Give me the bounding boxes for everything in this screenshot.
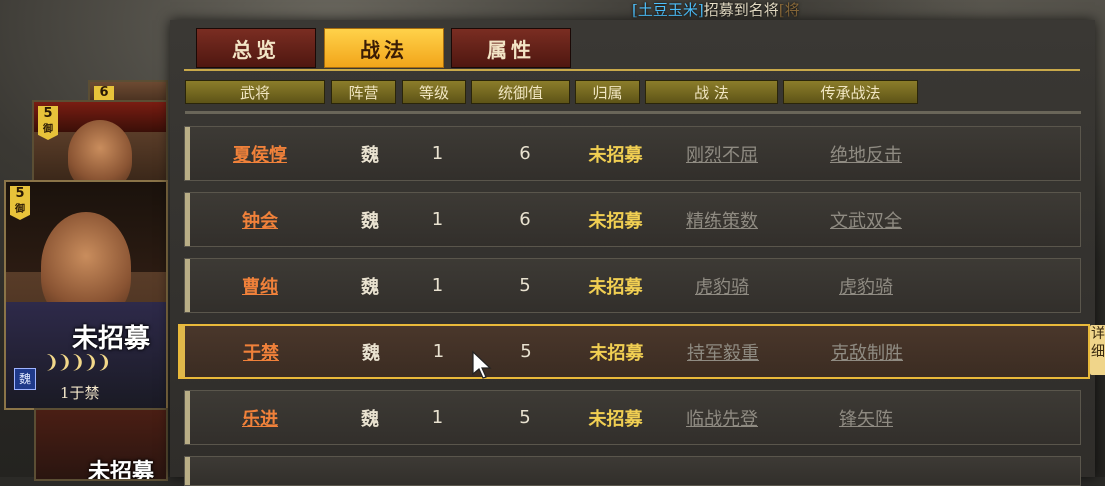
command-cell: 6 bbox=[519, 143, 531, 164]
tab-label: 总览 bbox=[232, 37, 280, 62]
column-header-command[interactable]: 统御值 bbox=[471, 80, 570, 104]
portrait-face bbox=[68, 120, 132, 182]
cost-value: 6 bbox=[99, 85, 109, 100]
level-cell: 1 bbox=[431, 209, 444, 230]
general-list-panel: 总览 战法 属性 武将 阵营 等级 统御值 归属 战 法 传承战法 夏侯惇 魏 … bbox=[170, 20, 1095, 486]
table-row-selected[interactable]: 于禁 魏 1 5 未招募 持军毅重 克敌制胜 bbox=[178, 324, 1090, 379]
notice-player-name: [土豆玉米] bbox=[632, 1, 704, 19]
general-name-link[interactable]: 曹纯 bbox=[215, 259, 305, 312]
troop-type: 御 bbox=[15, 204, 25, 215]
cost-value: 5 bbox=[15, 186, 25, 201]
level-cell: 1 bbox=[432, 341, 445, 362]
table-row[interactable]: 乐进 魏 1 5 未招募 临战先登 锋矢阵 bbox=[184, 390, 1081, 445]
command-cell: 5 bbox=[519, 275, 531, 296]
general-card-second[interactable]: 5 御 bbox=[32, 100, 168, 184]
faction-seal: 魏 bbox=[14, 368, 36, 390]
faction-cell: 魏 bbox=[361, 144, 379, 166]
table-row-partial[interactable] bbox=[184, 456, 1081, 486]
column-header-level[interactable]: 等级 bbox=[402, 80, 466, 104]
inherit-skill-link[interactable]: 锋矢阵 bbox=[800, 391, 932, 444]
inherit-skill-link[interactable]: 克敌制胜 bbox=[801, 326, 933, 377]
tab-attributes[interactable]: 属性 bbox=[451, 28, 571, 68]
cost-badge: 5 御 bbox=[38, 106, 58, 140]
column-header-owner[interactable]: 归属 bbox=[575, 80, 640, 104]
recruit-notice: [土豆玉米]招募到名将[将 bbox=[632, 0, 800, 20]
tab-divider bbox=[184, 69, 1080, 71]
general-name-link[interactable]: 于禁 bbox=[216, 326, 306, 377]
general-name-link[interactable]: 夏侯惇 bbox=[215, 127, 305, 180]
level-cell: 1 bbox=[431, 275, 444, 296]
owner-cell: 未招募 bbox=[588, 408, 643, 430]
awakening-stars: ❩❩❩❩❩ bbox=[44, 352, 111, 373]
column-header-faction[interactable]: 阵营 bbox=[331, 80, 396, 104]
command-cell: 6 bbox=[519, 209, 531, 230]
skill-link[interactable]: 精练策数 bbox=[663, 193, 781, 246]
tab-overview[interactable]: 总览 bbox=[196, 28, 316, 68]
owner-cell: 未招募 bbox=[588, 276, 643, 298]
general-card-bottom[interactable]: 未招募 bbox=[34, 408, 168, 481]
troop-type: 御 bbox=[43, 124, 53, 135]
owner-cell: 未招募 bbox=[588, 210, 643, 232]
table-row[interactable]: 曹纯 魏 1 5 未招募 虎豹骑 虎豹骑 bbox=[184, 258, 1081, 313]
table-row[interactable]: 夏侯惇 魏 1 6 未招募 刚烈不屈 绝地反击 bbox=[184, 126, 1081, 181]
inherit-skill-link[interactable]: 虎豹骑 bbox=[800, 259, 932, 312]
detail-side-tab[interactable]: 详细 bbox=[1090, 325, 1105, 375]
command-cell: 5 bbox=[520, 341, 532, 362]
owner-cell: 未招募 bbox=[589, 342, 644, 364]
faction-cell: 魏 bbox=[361, 408, 379, 430]
card-name: 1于禁 bbox=[60, 384, 100, 402]
tab-skills[interactable]: 战法 bbox=[324, 28, 444, 68]
table-row[interactable]: 钟会 魏 1 6 未招募 精练策数 文武双全 bbox=[184, 192, 1081, 247]
cost-badge: 5 御 bbox=[10, 186, 30, 220]
faction-cell: 魏 bbox=[361, 276, 379, 298]
column-header-inherit[interactable]: 传承战法 bbox=[783, 80, 918, 104]
skill-link[interactable]: 临战先登 bbox=[663, 391, 781, 444]
notice-text: 招募到名将 bbox=[703, 1, 779, 19]
tab-label: 属性 bbox=[487, 37, 535, 62]
inherit-skill-link[interactable]: 绝地反击 bbox=[800, 127, 932, 180]
mouse-cursor-icon bbox=[472, 350, 492, 379]
command-cell: 5 bbox=[519, 407, 531, 428]
skill-link[interactable]: 虎豹骑 bbox=[663, 259, 781, 312]
notice-tail: [将 bbox=[778, 1, 800, 19]
cost-value: 5 bbox=[43, 106, 53, 121]
tab-label: 战法 bbox=[360, 37, 408, 62]
skill-link[interactable]: 持军毅重 bbox=[664, 326, 782, 377]
inherit-skill-link[interactable]: 文武双全 bbox=[800, 193, 932, 246]
level-cell: 1 bbox=[431, 407, 444, 428]
list-scroll-edge bbox=[185, 111, 1081, 114]
general-card-selected[interactable]: 5 御 未招募 ❩❩❩❩❩ 魏 1于禁 bbox=[4, 180, 168, 410]
skill-link[interactable]: 刚烈不屈 bbox=[663, 127, 781, 180]
general-name-link[interactable]: 乐进 bbox=[215, 391, 305, 444]
general-name-link[interactable]: 钟会 bbox=[215, 193, 305, 246]
column-header-skill[interactable]: 战 法 bbox=[645, 80, 778, 104]
level-cell: 1 bbox=[431, 143, 444, 164]
owner-cell: 未招募 bbox=[588, 144, 643, 166]
faction-cell: 魏 bbox=[362, 342, 380, 364]
faction-cell: 魏 bbox=[361, 210, 379, 232]
column-header-general[interactable]: 武将 bbox=[185, 80, 325, 104]
card-status: 未招募 bbox=[72, 324, 151, 354]
